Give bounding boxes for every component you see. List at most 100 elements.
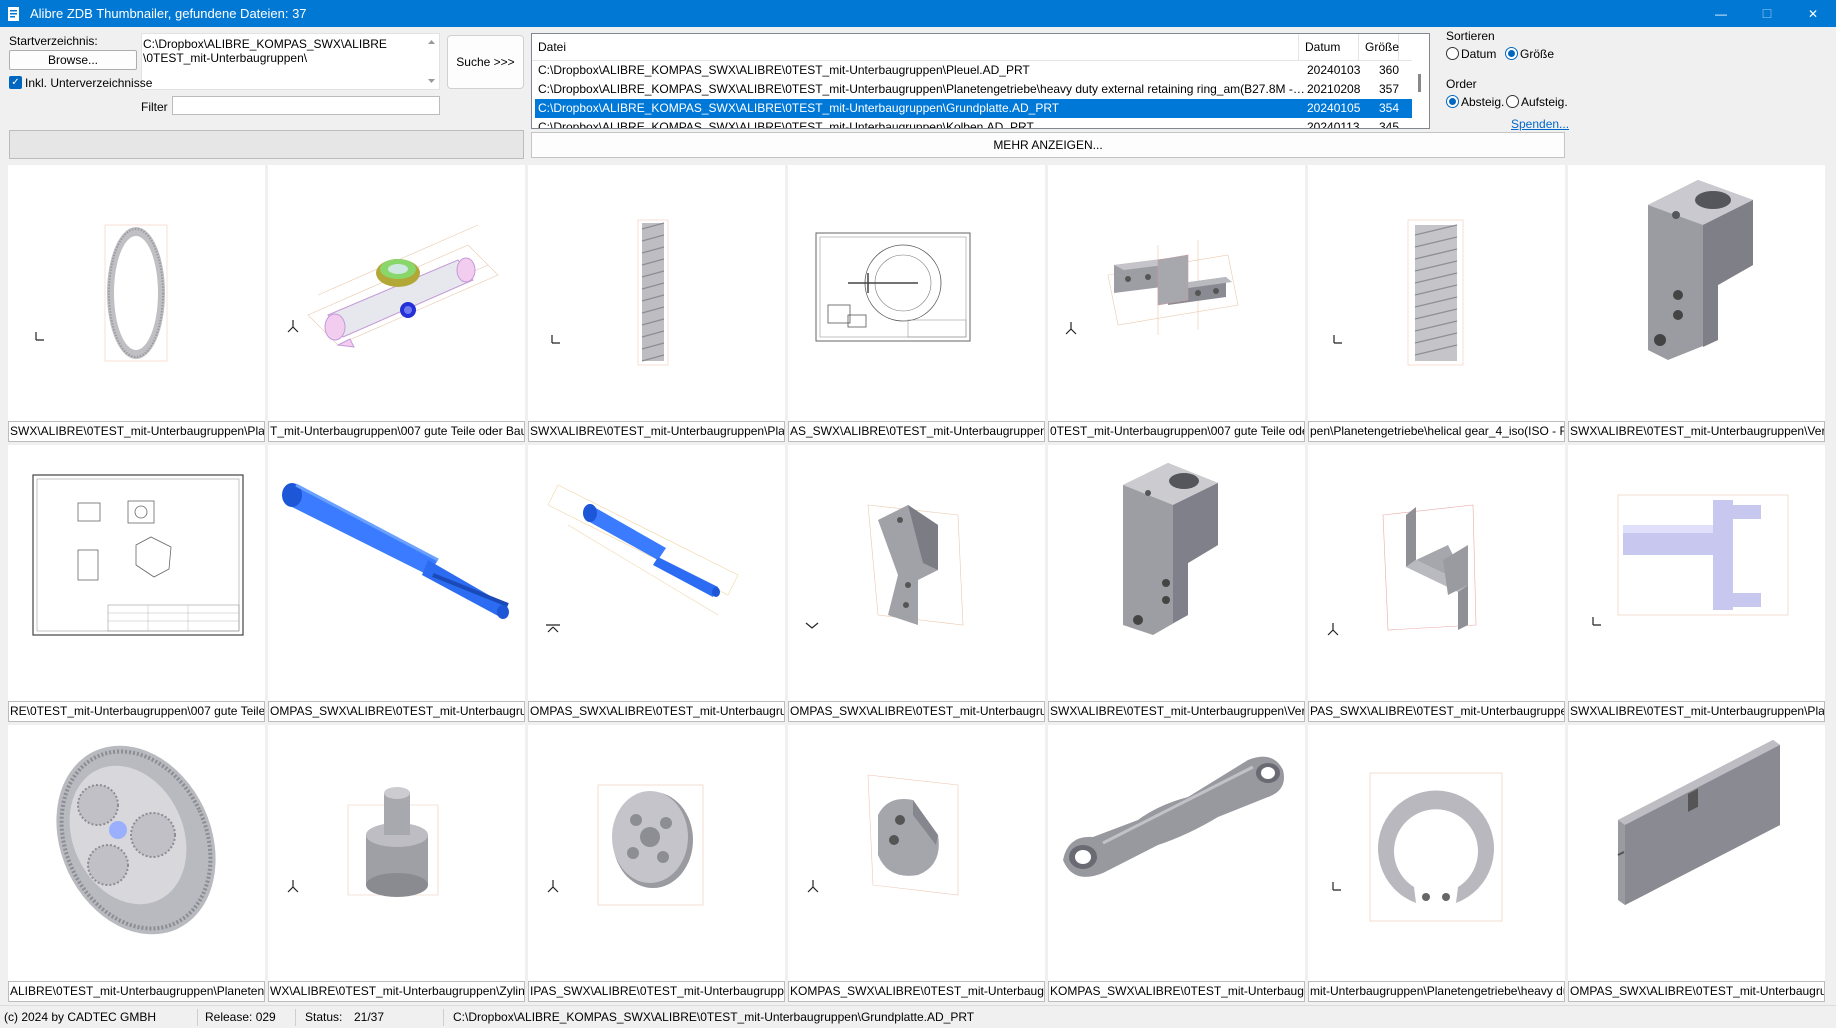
col-file[interactable]: Datei: [532, 34, 1299, 60]
sort-date-label: Datum: [1461, 47, 1497, 61]
filter-label: Filter: [141, 100, 168, 114]
thumbnail-tile[interactable]: OMPAS_SWX\ALIBRE\0TEST_mit-Unterbaugrupp…: [788, 445, 1045, 722]
thumbnail-caption: OMPAS_SWX\ALIBRE\0TEST_mit-Unterbaugrupp…: [268, 701, 525, 722]
ring-gear-icon: [35, 224, 168, 362]
order-asc-radio[interactable]: [1506, 95, 1519, 108]
thumbnail-tile[interactable]: OMPAS_SWX\ALIBRE\0TEST_mit-Unterbaugrupp…: [528, 445, 785, 722]
thumbnail-tile[interactable]: mit-Unterbaugruppen\Planetengetriebe\hea…: [1308, 725, 1565, 1002]
file-date: 20210208: [1307, 82, 1361, 96]
file-row[interactable]: C:\Dropbox\ALIBRE_KOMPAS_SWX\ALIBRE\0TES…: [532, 61, 1429, 80]
thumbnail-tile[interactable]: 0TEST_mit-Unterbaugruppen\007 gute Teile…: [1048, 165, 1305, 442]
thumbnail-tile[interactable]: SWX\ALIBRE\0TEST_mit-Unterbaugruppen\Ver…: [1048, 445, 1305, 722]
wheel-icon: [547, 784, 704, 906]
file-name: C:\Dropbox\ALIBRE_KOMPAS_SWX\ALIBRE\0TES…: [538, 101, 1060, 115]
path-line-2: \0TEST_mit-Unterbaugruppen\: [143, 51, 308, 65]
path-scrollbar[interactable]: [424, 34, 439, 89]
scroll-arrows-icon: [428, 40, 435, 83]
file-list-scrollbar[interactable]: [1412, 34, 1429, 128]
start-directory-input[interactable]: C:\Dropbox\ALIBRE_KOMPAS_SWX\ALIBRE \0TE…: [141, 33, 440, 90]
sort-size-radio[interactable]: [1505, 47, 1518, 60]
thumbnail-tile[interactable]: T_mit-Unterbaugruppen\007 gute Teile ode…: [268, 165, 525, 442]
file-date: 20240105: [1307, 101, 1361, 115]
include-subdirs-label: Inkl. Unterverzeichnisse: [25, 76, 153, 90]
bracket-assembly-icon: [1065, 240, 1239, 335]
thumbnail-tile[interactable]: SWX\ALIBRE\0TEST_mit-Unterbaugruppen\Ver…: [1568, 165, 1825, 442]
thumbnail-tile[interactable]: PAS_SWX\ALIBRE\0TEST_mit-Unterbaugruppen…: [1308, 445, 1565, 722]
thumbnail-tile[interactable]: IPAS_SWX\ALIBRE\0TEST_mit-Unterbaugruppe…: [528, 725, 785, 1002]
file-name: C:\Dropbox\ALIBRE_KOMPAS_SWX\ALIBRE\0TES…: [538, 120, 1034, 129]
browse-button[interactable]: Browse...: [9, 50, 137, 70]
thumbnail-tile[interactable]: SWX\ALIBRE\0TEST_mit-Unterbaugruppen\Pla…: [1568, 445, 1825, 722]
sort-size-label: Größe: [1520, 47, 1555, 61]
order-desc-label: Absteig.: [1461, 95, 1505, 109]
block-icon: [1648, 180, 1753, 360]
thumbnail-tile[interactable]: ALIBRE\0TEST_mit-Unterbaugruppen\Planete…: [8, 725, 265, 1002]
assembly-pipe-icon: [287, 224, 499, 348]
status-label: Status:: [305, 1010, 343, 1024]
cam-icon: [807, 774, 959, 896]
show-more-button[interactable]: MEHR ANZEIGEN...: [531, 132, 1565, 158]
file-size: 360: [1378, 63, 1399, 77]
close-button[interactable]: ✕: [1790, 0, 1836, 27]
thumbnail-caption: T_mit-Unterbaugruppen\007 gute Teile ode…: [268, 421, 525, 442]
shaft-flange-icon: [1592, 494, 1789, 626]
file-row[interactable]: C:\Dropbox\ALIBRE_KOMPAS_SWX\ALIBRE\0TES…: [532, 118, 1429, 129]
thumbnail-tile[interactable]: OMPAS_SWX\ALIBRE\0TEST_mit-Unterbaugrupp…: [1568, 725, 1825, 1002]
small-block-icon: [805, 504, 964, 629]
file-size: 357: [1378, 82, 1399, 96]
start-directory-label: Startverzeichnis:: [9, 34, 98, 48]
thumbnail-tile[interactable]: SWX\ALIBRE\0TEST_mit-Unterbaugruppen\Pla…: [528, 165, 785, 442]
thumbnail-tile[interactable]: OMPAS_SWX\ALIBRE\0TEST_mit-Unterbaugrupp…: [268, 445, 525, 722]
thumbnail-caption: SWX\ALIBRE\0TEST_mit-Unterbaugruppen\Ver…: [1048, 701, 1305, 722]
helical-gear-icon: [1333, 219, 1464, 366]
minimize-button[interactable]: —: [1698, 0, 1744, 27]
include-subdirs-checkbox[interactable]: ✓: [9, 76, 22, 89]
thumbnail-tile[interactable]: KOMPAS_SWX\ALIBRE\0TEST_mit-Unterbaugrup…: [788, 725, 1045, 1002]
donate-link[interactable]: Spenden...: [1511, 117, 1569, 131]
cylinder-icon: [287, 787, 439, 897]
retaining-ring-icon: [1332, 772, 1503, 922]
thumbnail-caption: mit-Unterbaugruppen\Planetengetriebe\hea…: [1308, 981, 1565, 1002]
file-row-selected[interactable]: C:\Dropbox\ALIBRE_KOMPAS_SWX\ALIBRE\0TES…: [535, 99, 1426, 118]
file-size: 354: [1378, 101, 1399, 115]
thumbnail-caption: OMPAS_SWX\ALIBRE\0TEST_mit-Unterbaugrupp…: [788, 701, 1045, 722]
col-size[interactable]: Größe: [1359, 34, 1399, 60]
thumbnail-caption: AS_SWX\ALIBRE\0TEST_mit-Unterbaugruppen\…: [788, 421, 1045, 442]
order-desc-radio[interactable]: [1446, 95, 1459, 108]
sheet-bracket-icon: [1327, 504, 1477, 636]
status-count: 21/37: [354, 1010, 385, 1024]
thumbnail-grid: SWX\ALIBRE\0TEST_mit-Unterbaugruppen\Pla…: [8, 165, 1826, 1002]
thumbnail-caption: RE\0TEST_mit-Unterbaugruppen\007 gute Te…: [8, 701, 265, 722]
scroll-thumb[interactable]: [1418, 74, 1421, 92]
status-bar: (c) 2024 by CADTEC GMBH Release: 029 Sta…: [0, 1005, 1836, 1028]
thumbnail-caption: 0TEST_mit-Unterbaugruppen\007 gute Teile…: [1048, 421, 1305, 442]
window-title: Alibre ZDB Thumbnailer, gefundene Dateie…: [30, 6, 307, 21]
filter-input[interactable]: [172, 96, 440, 115]
thumbnail-tile[interactable]: RE\0TEST_mit-Unterbaugruppen\007 gute Te…: [8, 445, 265, 722]
file-list[interactable]: Datei Datum Größe C:\Dropbox\ALIBRE_KOMP…: [531, 33, 1430, 129]
thumbnail-tile[interactable]: SWX\ALIBRE\0TEST_mit-Unterbaugruppen\Pla…: [8, 165, 265, 442]
thumbnail-caption: IPAS_SWX\ALIBRE\0TEST_mit-Unterbaugruppe…: [528, 981, 785, 1002]
file-row[interactable]: C:\Dropbox\ALIBRE_KOMPAS_SWX\ALIBRE\0TES…: [532, 80, 1429, 99]
thumbnail-caption: ALIBRE\0TEST_mit-Unterbaugruppen\Planete…: [8, 981, 265, 1002]
title-bar: Alibre ZDB Thumbnailer, gefundene Dateie…: [0, 0, 1836, 27]
thumbnail-tile[interactable]: pen\Planetengetriebe\helical gear_4_iso(…: [1308, 165, 1565, 442]
search-button[interactable]: Suche >>>: [447, 35, 524, 89]
order-label: Order: [1446, 77, 1477, 91]
blue-shaft-icon: [282, 483, 509, 619]
maximize-button[interactable]: ☐: [1744, 0, 1790, 27]
thumbnail-tile[interactable]: WX\ALIBRE\0TEST_mit-Unterbaugruppen\Zyli…: [268, 725, 525, 1002]
col-date[interactable]: Datum: [1299, 34, 1359, 60]
app-icon: [8, 6, 19, 21]
file-size: 345: [1378, 120, 1399, 129]
file-date: 20240113: [1307, 120, 1360, 129]
thumbnail-caption: KOMPAS_SWX\ALIBRE\0TEST_mit-Unterbaugrup…: [788, 981, 1045, 1002]
thumbnail-caption: OMPAS_SWX\ALIBRE\0TEST_mit-Unterbaugrupp…: [528, 701, 785, 722]
thumbnail-tile[interactable]: AS_SWX\ALIBRE\0TEST_mit-Unterbaugruppen\…: [788, 165, 1045, 442]
file-date: 20240103: [1307, 63, 1361, 77]
sort-label: Sortieren: [1446, 29, 1495, 43]
thumbnail-caption: OMPAS_SWX\ALIBRE\0TEST_mit-Unterbaugrupp…: [1568, 981, 1825, 1002]
file-name: C:\Dropbox\ALIBRE_KOMPAS_SWX\ALIBRE\0TES…: [538, 82, 1305, 96]
thumbnail-tile[interactable]: KOMPAS_SWX\ALIBRE\0TEST_mit-Unterbaugrup…: [1048, 725, 1305, 1002]
sort-date-radio[interactable]: [1446, 47, 1459, 60]
